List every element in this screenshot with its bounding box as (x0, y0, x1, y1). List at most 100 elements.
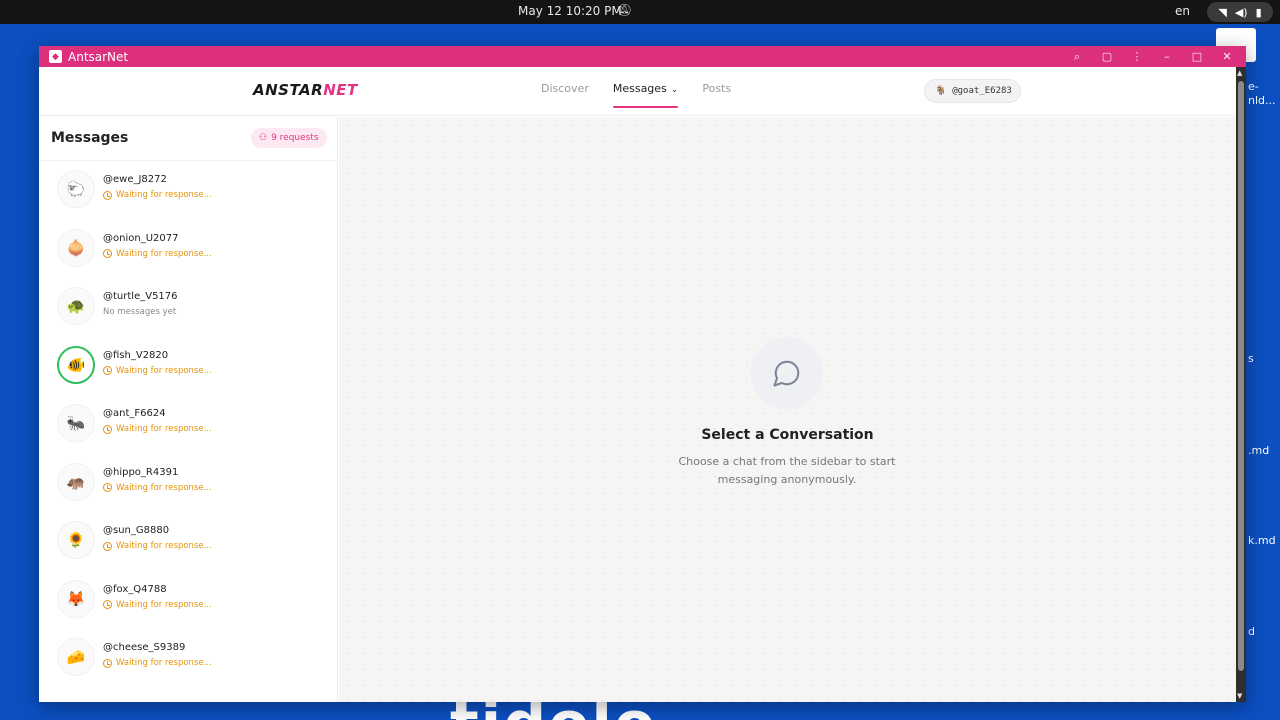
status-text: Waiting for response... (116, 541, 212, 551)
empty-state-subtitle: Choose a chat from the sidebar to start … (678, 455, 896, 486)
main-nav: Discover Messages ⌄ Posts (529, 67, 743, 116)
window-title: AntsarNet (68, 49, 129, 64)
chat-bubble-icon (751, 337, 823, 409)
brand-accent: NET (323, 81, 358, 99)
brand-main: ANSTAR (253, 81, 324, 99)
requests-label: 9 requests (271, 133, 319, 143)
conversation-name: @fish_V2820 (103, 349, 169, 361)
system-top-bar: May 12 10:20 PM 🔕︎ en ◥ ◀) ▮ (0, 0, 1280, 24)
window-titlebar[interactable]: ◆ AntsarNet ⌕ ▢ ⋮ – □ ✕ (39, 46, 1246, 67)
app-window: ◆ AntsarNet ⌕ ▢ ⋮ – □ ✕ ▲ ▼ ANSTARNET Di… (39, 46, 1246, 702)
sheep-avatar-icon: 🐑 (57, 170, 95, 208)
cheese-avatar-icon: 🧀 (57, 638, 95, 676)
conversation-item[interactable]: 🐑 @ewe_J8272 Waiting for response... (39, 161, 337, 220)
conversation-name: @turtle_V5176 (103, 291, 178, 302)
clock-icon (103, 190, 112, 200)
conversation-status: Waiting for response... (103, 600, 212, 610)
onion-avatar-icon: 🧅 (57, 228, 95, 267)
nav-posts[interactable]: Posts (690, 67, 743, 116)
conversation-name: @ant_F6624 (103, 408, 166, 419)
conversation-item[interactable]: 🦛 @hippo_R4391 Waiting for response... (39, 454, 337, 513)
requests-button[interactable]: ⚇ 9 requests (251, 128, 327, 148)
conversation-item[interactable]: 🧅 @onion_U2077 Waiting for response... (39, 220, 337, 279)
clock-icon (103, 424, 112, 434)
desktop-file-label: e- (1248, 80, 1259, 93)
fox-avatar-icon: 🦊 (57, 579, 95, 618)
user-handle: @goat_E6283 (952, 86, 1012, 96)
conversation-name: @fox_Q4788 (103, 583, 167, 595)
clock-icon (103, 249, 112, 258)
window-controls: ⌕ ▢ ⋮ – □ ✕ (1062, 46, 1242, 67)
status-text: Waiting for response... (116, 248, 212, 259)
desktop-file-label: k.md (1248, 534, 1276, 547)
ant-avatar-icon: 🐜 (57, 404, 95, 442)
status-text: Waiting for response... (116, 482, 212, 493)
conversation-name: @onion_U2077 (103, 232, 179, 244)
scrollbar-thumb[interactable] (1238, 81, 1244, 671)
desktop-file-label: d (1248, 625, 1255, 638)
scroll-up-icon[interactable]: ▲ (1237, 69, 1242, 77)
chevron-down-icon: ⌄ (670, 85, 679, 95)
empty-state: Select a Conversation Choose a chat from… (339, 117, 1236, 702)
nav-messages[interactable]: Messages ⌄ (601, 67, 691, 116)
conversation-status: Waiting for response... (103, 541, 212, 551)
status-text: No messages yet (103, 307, 177, 317)
nav-label: Posts (702, 82, 732, 95)
status-text: Waiting for response... (116, 190, 212, 200)
nav-label: Messages (612, 82, 667, 95)
conversation-status: Waiting for response... (103, 190, 212, 200)
conversation-name: @cheese_S9389 (103, 642, 186, 653)
system-tray[interactable]: ◥ ◀) ▮ (1207, 2, 1273, 22)
more-options-icon[interactable]: ⋮ (1122, 50, 1152, 63)
hippo-avatar-icon: 🦛 (57, 462, 95, 501)
clock-icon (103, 366, 112, 375)
fish-avatar-icon: 🐠 (57, 345, 95, 384)
conversation-status: Waiting for response... (103, 483, 212, 493)
conversation-item[interactable]: 🐢 @turtle_V5176 No messages yet (39, 278, 337, 337)
extensions-icon[interactable]: ▢ (1092, 50, 1122, 63)
conversation-name: @sun_G8880 (103, 525, 170, 536)
conversation-name: @hippo_R4391 (103, 466, 179, 478)
conversation-item-active[interactable]: 🐠 @fish_V2820 Waiting for response... (39, 337, 337, 396)
conversation-item[interactable]: 🦊 @fox_Q4788 Waiting for response... (39, 571, 337, 630)
brand-logo[interactable]: ANSTARNET (253, 81, 358, 99)
clock-icon (103, 600, 112, 609)
volume-icon: ◀) (1234, 5, 1248, 19)
scroll-down-icon[interactable]: ▼ (1237, 692, 1242, 700)
app-shield-icon: ◆ (49, 50, 62, 63)
status-text: Waiting for response... (116, 365, 212, 376)
sidebar-header: Messages ⚇ 9 requests (39, 117, 337, 161)
status-text: Waiting for response... (116, 599, 212, 610)
desktop-file-label: .md (1248, 444, 1270, 457)
nav-label: Discover (541, 82, 589, 95)
maximize-icon[interactable]: □ (1182, 50, 1212, 63)
app-header: ANSTARNET Discover Messages ⌄ Posts 🐐 @go… (39, 67, 1236, 116)
conversation-status: Waiting for response... (103, 249, 212, 259)
add-user-icon: ⚇ (259, 133, 268, 143)
system-clock[interactable]: May 12 10:20 PM (518, 4, 622, 18)
notification-muted-icon: 🔕︎ (617, 3, 633, 17)
search-icon[interactable]: ⌕ (1062, 50, 1092, 64)
conversation-name: @ewe_J8272 (103, 174, 167, 185)
clock-icon (103, 483, 112, 492)
nav-discover[interactable]: Discover (529, 67, 601, 116)
status-text: Waiting for response... (116, 424, 212, 434)
conversation-sidebar: Messages ⚇ 9 requests 🐑 @ewe_J8272 Waiti… (39, 117, 338, 702)
clock-icon (103, 541, 112, 551)
turtle-avatar-icon: 🐢 (57, 287, 95, 325)
minimize-icon[interactable]: – (1152, 50, 1182, 63)
empty-state-title: Select a Conversation (701, 427, 874, 443)
conversation-item[interactable]: 🐜 @ant_F6624 Waiting for response... (39, 395, 337, 454)
goat-avatar-icon: 🐐 (935, 86, 947, 96)
language-indicator[interactable]: en (1175, 4, 1190, 18)
conversation-item[interactable]: 🌻 @sun_G8880 Waiting for response... (39, 512, 337, 571)
window-scrollbar[interactable]: ▲ ▼ (1236, 67, 1246, 702)
conversation-status: Waiting for response... (103, 658, 212, 668)
desktop-file-label: s (1248, 352, 1254, 365)
close-icon[interactable]: ✕ (1212, 50, 1242, 63)
sidebar-title: Messages (51, 130, 129, 146)
user-profile-button[interactable]: 🐐 @goat_E6283 (924, 79, 1021, 103)
status-text: Waiting for response... (116, 658, 212, 668)
conversation-status: Waiting for response... (103, 366, 212, 376)
conversation-item[interactable]: 🧀 @cheese_S9389 Waiting for response... (39, 629, 337, 688)
